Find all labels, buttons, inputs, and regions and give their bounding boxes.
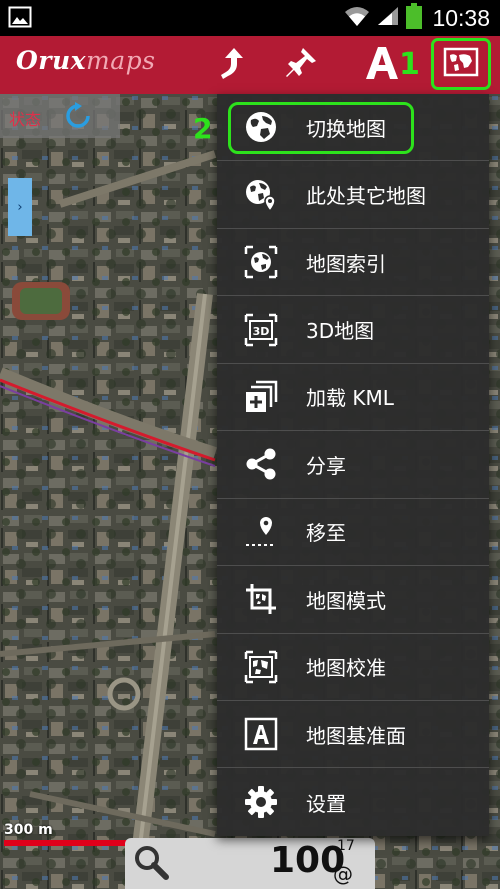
map-options-menu: 切换地图 此处其它地图 地图索引 3D 3D地图 加载 KML 分享 移至 地图…	[217, 94, 489, 836]
chevron-right-icon: ›	[17, 199, 23, 215]
menu-item-label: 分享	[306, 453, 346, 478]
globe-pin-icon	[243, 177, 279, 213]
menu-item-label: 加载 KML	[306, 386, 394, 411]
menu-item-label: 地图基准面	[306, 723, 406, 748]
brand-part2: maps	[86, 46, 156, 75]
navigate-button[interactable]	[205, 40, 255, 90]
map-status-bar: 状态	[0, 94, 120, 138]
gear-icon	[243, 784, 279, 820]
search-icon[interactable]	[131, 842, 171, 886]
zoom-superscript: 17	[337, 838, 355, 854]
zoom-unit: @	[333, 862, 353, 886]
marker-1: 1	[399, 47, 420, 82]
marker-2: 2	[193, 112, 213, 145]
menu-item-label: 地图模式	[306, 588, 386, 613]
waypoint-button[interactable]	[276, 40, 326, 90]
menu-item-share[interactable]: 分享	[217, 431, 489, 499]
status-bar: 10:38	[0, 0, 500, 36]
pushpin-icon	[284, 46, 318, 84]
menu-item-settings[interactable]: 设置	[217, 768, 489, 835]
3d-icon: 3D	[243, 312, 279, 348]
menu-item-switch-map[interactable]: 切换地图	[217, 94, 489, 162]
clock: 10:38	[432, 4, 490, 31]
menu-item-load-kml[interactable]: 加载 KML	[217, 364, 489, 432]
calibrate-map-icon	[243, 649, 279, 685]
turn-up-icon	[217, 46, 243, 84]
menu-item-label: 设置	[306, 791, 346, 816]
move-to-pin-icon	[243, 514, 279, 550]
menu-item-label: 移至	[306, 521, 346, 546]
scale-label: 300 m	[4, 822, 53, 838]
menu-item-label: 地图索引	[306, 251, 386, 276]
menu-item-map-mode[interactable]: 地图模式	[217, 566, 489, 634]
map-menu-button[interactable]	[431, 38, 491, 90]
brand-part1: Orux	[16, 46, 87, 75]
scale-line	[4, 840, 138, 846]
menu-item-other-maps-here[interactable]: 此处其它地图	[217, 161, 489, 229]
datum-a-icon	[243, 716, 279, 752]
battery-icon	[406, 3, 423, 33]
svg-text:3D: 3D	[253, 325, 270, 338]
text-size-icon	[364, 45, 404, 85]
action-bar: Oruxmaps 1	[0, 36, 500, 94]
scale-bar: 300 m	[4, 822, 138, 846]
app-logo: Oruxmaps	[16, 46, 155, 75]
gallery-icon	[8, 6, 32, 32]
refresh-icon[interactable]	[64, 102, 92, 134]
menu-item-move-to[interactable]: 移至	[217, 499, 489, 567]
share-icon	[243, 446, 279, 482]
menu-item-map-datum[interactable]: 地图基准面	[217, 701, 489, 769]
signal-icon	[376, 5, 400, 31]
globe-frame-icon	[243, 244, 279, 280]
menu-item-map-index[interactable]: 地图索引	[217, 229, 489, 297]
map-switch-icon	[443, 47, 479, 81]
highlight-box	[228, 102, 414, 154]
side-drawer-handle[interactable]: ›	[8, 178, 32, 236]
menu-item-label: 3D地图	[306, 319, 375, 344]
wifi-icon	[344, 5, 370, 31]
status-label[interactable]: 状态	[9, 106, 41, 130]
add-layers-icon	[243, 379, 279, 415]
menu-item-label: 此处其它地图	[306, 184, 426, 209]
menu-item-map-calibration[interactable]: 地图校准	[217, 634, 489, 701]
menu-item-label: 地图校准	[306, 656, 386, 681]
menu-item-3d-map[interactable]: 3D 3D地图	[217, 296, 489, 364]
bottom-info-panel: 100 17 @	[125, 838, 375, 889]
crop-map-icon	[243, 581, 279, 617]
